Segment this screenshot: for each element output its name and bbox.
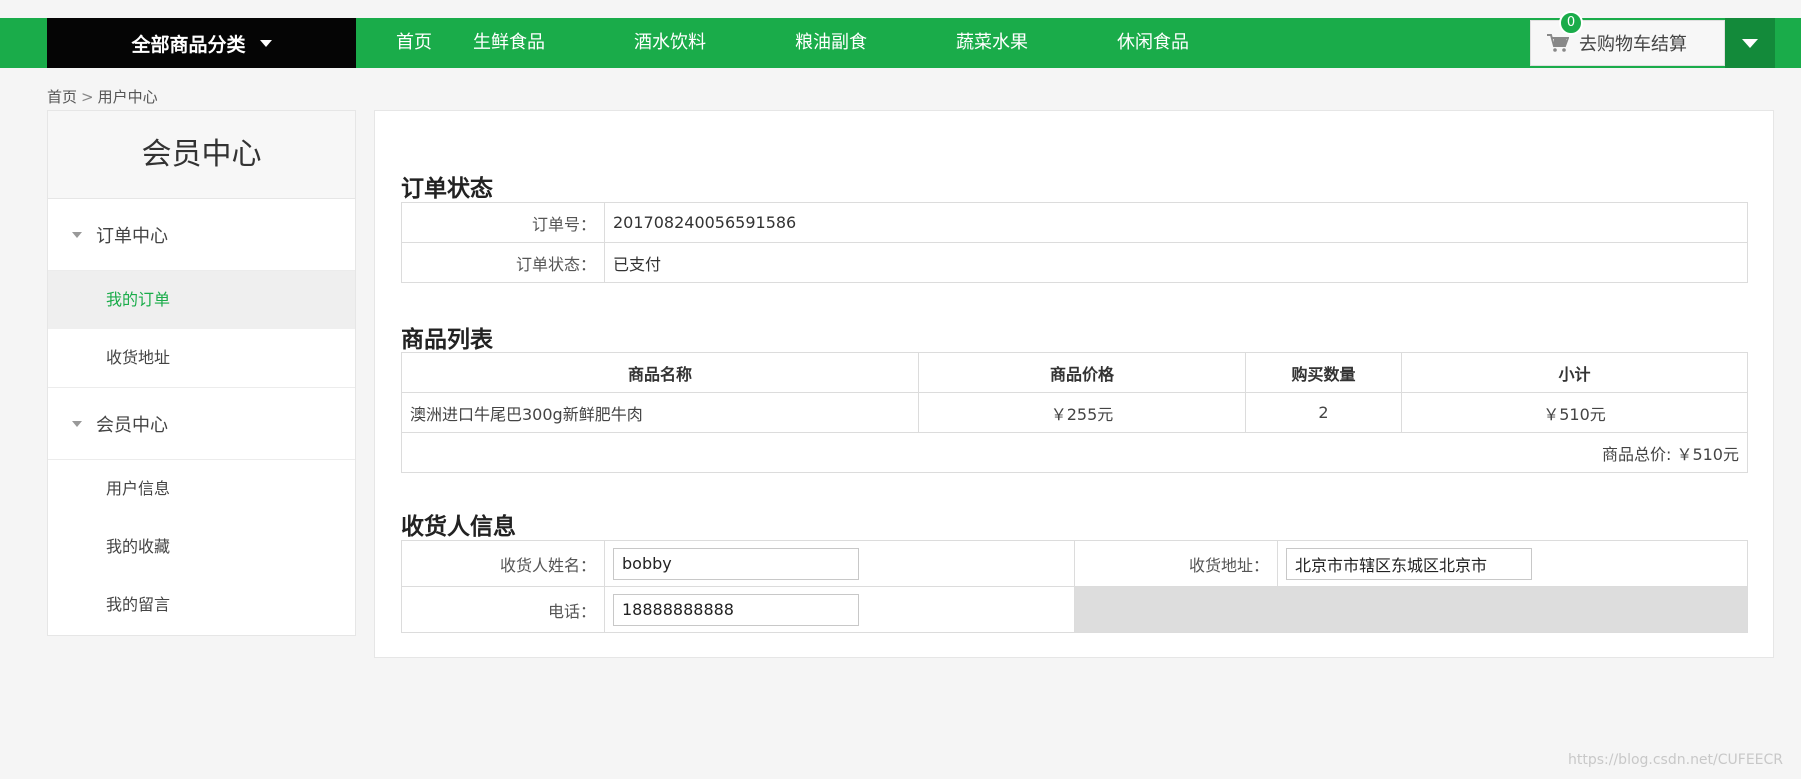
all-categories-label: 全部商品分类 [131, 33, 246, 56]
sidebar-group-label: 订单中心 [96, 225, 168, 247]
sidebar-item-my-orders[interactable]: 我的订单 [48, 271, 355, 329]
order-status-table: 订单号： 201708240056591586 订单状态： 已支付 [401, 202, 1748, 283]
member-sidebar: 会员中心 订单中心 我的订单 收货地址 会员中心 用户信息 我的收藏 我的留言 [47, 110, 356, 636]
nav-vegetables-fruits[interactable]: 蔬菜水果 [956, 18, 1117, 68]
table-row: 订单号： 201708240056591586 [401, 202, 1748, 243]
goods-subtotal: ￥510元 [1401, 392, 1748, 433]
table-row: 电话： [401, 586, 1748, 633]
order-no-label: 订单号： [401, 202, 605, 243]
sidebar-title: 会员中心 [48, 111, 355, 199]
sidebar-group-label: 会员中心 [96, 414, 168, 436]
order-status-label: 订单状态： [401, 242, 605, 283]
sidebar-item-shipping-address[interactable]: 收货地址 [48, 329, 355, 387]
main-nav: 首页 生鲜食品 酒水饮料 粮油副食 蔬菜水果 休闲食品 [356, 18, 1278, 68]
table-row: 商品总价: ￥510元 [401, 432, 1748, 473]
triangle-down-icon [72, 420, 82, 427]
sidebar-group-order-center[interactable]: 订单中心 [48, 199, 355, 271]
receiver-phone-input[interactable] [613, 593, 859, 626]
triangle-down-icon [72, 231, 82, 238]
caret-down-icon [1742, 38, 1758, 48]
order-status-value: 已支付 [604, 242, 1748, 283]
goods-list-title: 商品列表 [401, 327, 493, 353]
breadcrumb: 首页 > 用户中心 [47, 86, 158, 107]
goods-name[interactable]: 澳洲进口牛尾巴300g新鲜肥牛肉 [401, 392, 919, 433]
col-header-name: 商品名称 [401, 352, 919, 393]
order-status-title: 订单状态 [401, 176, 493, 202]
caret-down-icon [259, 39, 272, 47]
breadcrumb-separator: > [81, 88, 94, 106]
nav-snacks[interactable]: 休闲食品 [1117, 18, 1278, 68]
table-row: 澳洲进口牛尾巴300g新鲜肥牛肉 ￥255元 2 ￥510元 [401, 392, 1748, 433]
table-row: 收货人姓名： 收货地址： [401, 540, 1748, 587]
sidebar-group-member-center[interactable]: 会员中心 [48, 388, 355, 460]
cart-checkout-label: 去购物车结算 [1579, 34, 1687, 55]
shopping-cart-icon [1547, 34, 1569, 52]
sidebar-item-user-info[interactable]: 用户信息 [48, 460, 355, 518]
nav-home[interactable]: 首页 [356, 18, 473, 68]
top-nav-bar: 全部商品分类 首页 生鲜食品 酒水饮料 粮油副食 蔬菜水果 休闲食品 0 去购物… [0, 11, 1801, 68]
receiver-address-input[interactable] [1286, 547, 1532, 580]
empty-cell [1074, 586, 1748, 633]
breadcrumb-home[interactable]: 首页 [47, 88, 77, 106]
order-detail-panel: 订单状态 订单号： 201708240056591586 订单状态： 已支付 商… [374, 110, 1774, 658]
nav-drinks[interactable]: 酒水饮料 [634, 18, 795, 68]
receiver-address-label: 收货地址： [1074, 540, 1278, 587]
goods-qty: 2 [1245, 392, 1402, 433]
watermark-text: https://blog.csdn.net/CUFEECR [1568, 752, 1784, 768]
table-row: 订单状态： 已支付 [401, 242, 1748, 283]
receiver-name-label: 收货人姓名： [401, 540, 605, 587]
receiver-phone-label: 电话： [401, 586, 605, 633]
all-categories-button[interactable]: 全部商品分类 [47, 18, 356, 68]
col-header-price: 商品价格 [918, 352, 1246, 393]
table-header-row: 商品名称 商品价格 购买数量 小计 [401, 352, 1748, 393]
cart-dropdown-toggle[interactable] [1725, 18, 1775, 68]
sidebar-item-my-messages[interactable]: 我的留言 [48, 576, 355, 634]
goods-price: ￥255元 [918, 392, 1246, 433]
receiver-name-input[interactable] [613, 547, 859, 580]
receiver-table: 收货人姓名： 收货地址： 电话： [401, 540, 1748, 633]
col-header-qty: 购买数量 [1245, 352, 1402, 393]
nav-grain-oil[interactable]: 粮油副食 [795, 18, 956, 68]
breadcrumb-current: 用户中心 [97, 88, 158, 106]
order-no-value: 201708240056591586 [604, 202, 1748, 243]
goods-total: 商品总价: ￥510元 [401, 432, 1748, 473]
sidebar-item-my-favorites[interactable]: 我的收藏 [48, 518, 355, 576]
cart-count-badge: 0 [1559, 11, 1583, 35]
cart-checkout-button[interactable]: 0 去购物车结算 [1530, 11, 1725, 66]
goods-table: 商品名称 商品价格 购买数量 小计 澳洲进口牛尾巴300g新鲜肥牛肉 ￥255元… [401, 352, 1748, 473]
col-header-subtotal: 小计 [1401, 352, 1748, 393]
receiver-info-title: 收货人信息 [401, 514, 516, 540]
nav-fresh-food[interactable]: 生鲜食品 [473, 18, 634, 68]
